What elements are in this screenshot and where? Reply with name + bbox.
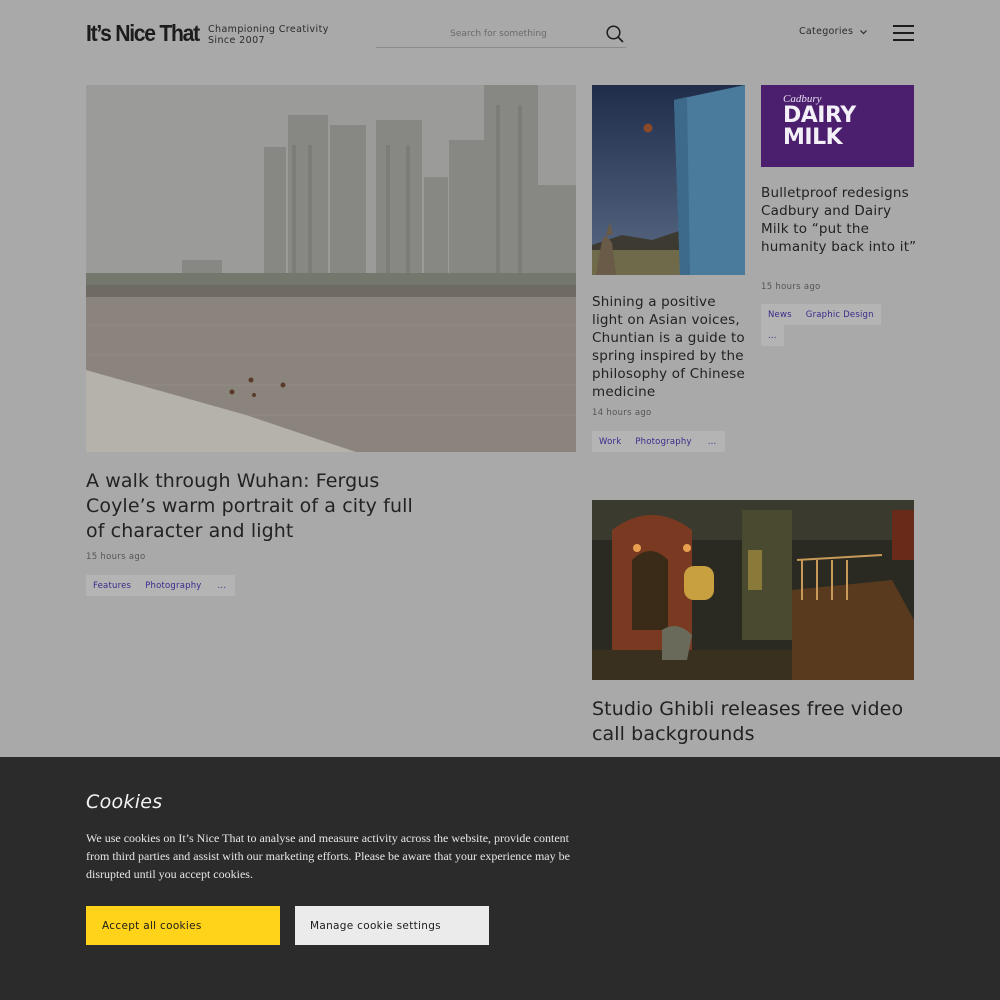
site-tagline: Championing Creativity Since 2007: [208, 24, 329, 46]
article-tags: Features Photography ...: [86, 575, 236, 596]
article-image-wuhan[interactable]: [86, 85, 576, 452]
article-title[interactable]: Studio Ghibli releases free video call b…: [592, 697, 917, 747]
search-icon[interactable]: [604, 23, 626, 45]
search-input[interactable]: [376, 24, 591, 44]
more-tags-button[interactable]: ...: [208, 575, 236, 596]
article-tags: News Graphic Design ...: [761, 304, 901, 346]
chocolate-glass-icon: [857, 103, 914, 167]
chevron-down-icon: [860, 29, 868, 34]
site-logo[interactable]: It’s Nice That: [86, 20, 200, 47]
tag-link[interactable]: Graphic Design: [798, 304, 881, 325]
tag-link[interactable]: Photography: [628, 431, 699, 452]
categories-label: Categories: [799, 26, 854, 37]
search-bar: [376, 20, 626, 48]
tagline-line-2: Since 2007: [208, 35, 265, 46]
more-tags-button[interactable]: ...: [761, 325, 784, 346]
image-brand-word-2: MILK: [783, 125, 843, 150]
article-image-ghibli[interactable]: [592, 500, 914, 680]
article-title[interactable]: Shining a positive light on Asian voices…: [592, 293, 748, 401]
article-tags: Work Photography ...: [592, 431, 726, 452]
manage-cookies-button[interactable]: Manage cookie settings: [295, 906, 489, 945]
tag-link[interactable]: News: [761, 304, 799, 325]
article-image-cadbury[interactable]: Cadbury DAIRY MILK: [761, 85, 914, 167]
cookie-text: We use cookies on It’s Nice That to anal…: [86, 831, 570, 881]
tag-link[interactable]: Work: [592, 431, 629, 452]
accept-cookies-button[interactable]: Accept all cookies: [86, 906, 280, 945]
article-title[interactable]: Bulletproof redesigns Cadbury and Dairy …: [761, 184, 917, 256]
tag-link[interactable]: Features: [86, 575, 139, 596]
article-title[interactable]: A walk through Wuhan: Fergus Coyle’s war…: [86, 469, 416, 544]
more-tags-button[interactable]: ...: [698, 431, 726, 452]
article-time: 14 hours ago: [592, 408, 652, 418]
article-time: 15 hours ago: [761, 282, 821, 292]
tag-link[interactable]: Photography: [138, 575, 209, 596]
article-time: 15 hours ago: [86, 552, 146, 562]
article-image-chuntian[interactable]: [592, 85, 745, 275]
image-brand-word-1: DAIRY: [783, 103, 856, 128]
categories-dropdown[interactable]: Categories: [799, 26, 868, 37]
cookie-banner: Cookies We use cookies on It’s Nice That…: [0, 757, 1000, 1000]
tagline-line-1: Championing Creativity: [208, 24, 329, 35]
hamburger-menu-icon[interactable]: [893, 25, 915, 42]
cookie-title: Cookies: [86, 791, 163, 813]
